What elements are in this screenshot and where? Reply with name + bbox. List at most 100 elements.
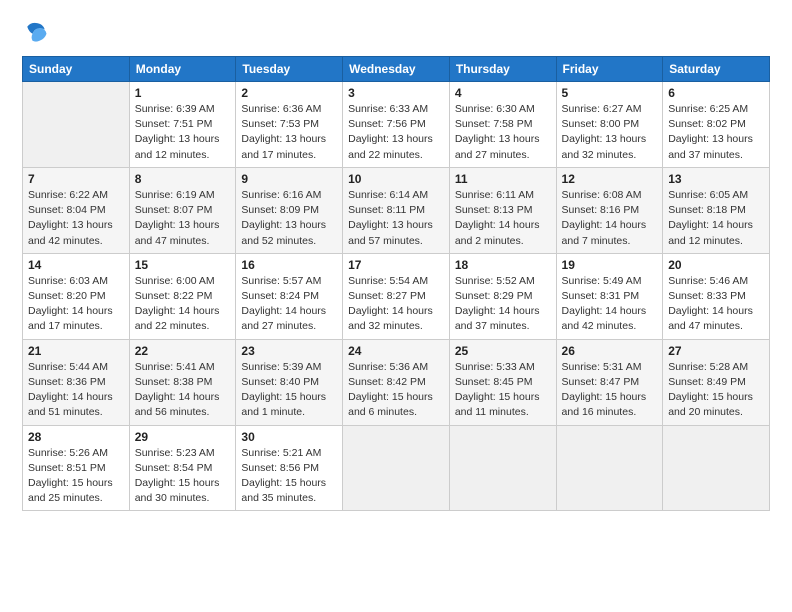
- day-number: 21: [28, 344, 124, 358]
- day-number: 19: [562, 258, 658, 272]
- day-info: Sunrise: 5:41 AM Sunset: 8:38 PM Dayligh…: [135, 360, 231, 421]
- calendar-cell: 14Sunrise: 6:03 AM Sunset: 8:20 PM Dayli…: [23, 253, 130, 339]
- day-info: Sunrise: 5:21 AM Sunset: 8:56 PM Dayligh…: [241, 446, 337, 507]
- day-number: 15: [135, 258, 231, 272]
- day-info: Sunrise: 6:05 AM Sunset: 8:18 PM Dayligh…: [668, 188, 764, 249]
- day-info: Sunrise: 5:39 AM Sunset: 8:40 PM Dayligh…: [241, 360, 337, 421]
- weekday-row: SundayMondayTuesdayWednesdayThursdayFrid…: [23, 57, 770, 82]
- day-number: 22: [135, 344, 231, 358]
- day-info: Sunrise: 5:44 AM Sunset: 8:36 PM Dayligh…: [28, 360, 124, 421]
- day-info: Sunrise: 6:39 AM Sunset: 7:51 PM Dayligh…: [135, 102, 231, 163]
- calendar-cell: 24 Sunrise: 5:36 AM Sunset: 8:42 PM Dayli…: [343, 339, 450, 425]
- calendar-cell: [449, 425, 556, 511]
- calendar-cell: 7 Sunrise: 6:22 AM Sunset: 8:04 PM Daylig…: [23, 167, 130, 253]
- day-info: Sunrise: 6:00 AM Sunset: 8:22 PM Dayligh…: [135, 274, 231, 335]
- day-number: 24: [348, 344, 444, 358]
- day-info: Sunrise: 6:08 AM Sunset: 8:16 PM Dayligh…: [562, 188, 658, 249]
- day-number: 26: [562, 344, 658, 358]
- day-number: 7: [28, 172, 124, 186]
- calendar-cell: 23 Sunrise: 5:39 AM Sunset: 8:40 PM Dayli…: [236, 339, 343, 425]
- day-info: Sunrise: 5:26 AM Sunset: 8:51 PM Dayligh…: [28, 446, 124, 507]
- calendar-cell: [23, 82, 130, 168]
- calendar-cell: 20 Sunrise: 5:46 AM Sunset: 8:33 PM Dayli…: [663, 253, 770, 339]
- day-number: 25: [455, 344, 551, 358]
- day-number: 3: [348, 86, 444, 100]
- weekday-header: Friday: [556, 57, 663, 82]
- calendar-cell: 11 Sunrise: 6:11 AM Sunset: 8:13 PM Dayli…: [449, 167, 556, 253]
- week-row: 7 Sunrise: 6:22 AM Sunset: 8:04 PM Daylig…: [23, 167, 770, 253]
- day-info: Sunrise: 5:54 AM Sunset: 8:27 PM Dayligh…: [348, 274, 444, 335]
- calendar-cell: [556, 425, 663, 511]
- weekday-header: Tuesday: [236, 57, 343, 82]
- calendar-cell: 2 Sunrise: 6:36 AM Sunset: 7:53 PM Daylig…: [236, 82, 343, 168]
- day-number: 5: [562, 86, 658, 100]
- calendar-cell: 5 Sunrise: 6:27 AM Sunset: 8:00 PM Daylig…: [556, 82, 663, 168]
- weekday-header: Wednesday: [343, 57, 450, 82]
- calendar-cell: 16Sunrise: 5:57 AM Sunset: 8:24 PM Dayli…: [236, 253, 343, 339]
- calendar-body: 1Sunrise: 6:39 AM Sunset: 7:51 PM Daylig…: [23, 82, 770, 511]
- calendar-cell: 17 Sunrise: 5:54 AM Sunset: 8:27 PM Dayli…: [343, 253, 450, 339]
- calendar-cell: 15 Sunrise: 6:00 AM Sunset: 8:22 PM Dayli…: [129, 253, 236, 339]
- week-row: 28Sunrise: 5:26 AM Sunset: 8:51 PM Dayli…: [23, 425, 770, 511]
- day-info: Sunrise: 6:11 AM Sunset: 8:13 PM Dayligh…: [455, 188, 551, 249]
- weekday-header: Saturday: [663, 57, 770, 82]
- weekday-header: Sunday: [23, 57, 130, 82]
- calendar-cell: 28Sunrise: 5:26 AM Sunset: 8:51 PM Dayli…: [23, 425, 130, 511]
- day-number: 20: [668, 258, 764, 272]
- day-number: 8: [135, 172, 231, 186]
- calendar-header: SundayMondayTuesdayWednesdayThursdayFrid…: [23, 57, 770, 82]
- calendar-cell: 22 Sunrise: 5:41 AM Sunset: 8:38 PM Dayli…: [129, 339, 236, 425]
- weekday-header: Thursday: [449, 57, 556, 82]
- page: SundayMondayTuesdayWednesdayThursdayFrid…: [0, 0, 792, 529]
- day-number: 4: [455, 86, 551, 100]
- calendar-cell: 18Sunrise: 5:52 AM Sunset: 8:29 PM Dayli…: [449, 253, 556, 339]
- day-info: Sunrise: 6:36 AM Sunset: 7:53 PM Dayligh…: [241, 102, 337, 163]
- day-number: 2: [241, 86, 337, 100]
- calendar-cell: 26 Sunrise: 5:31 AM Sunset: 8:47 PM Dayli…: [556, 339, 663, 425]
- calendar-cell: 9Sunrise: 6:16 AM Sunset: 8:09 PM Daylig…: [236, 167, 343, 253]
- day-info: Sunrise: 5:57 AM Sunset: 8:24 PM Dayligh…: [241, 274, 337, 335]
- day-info: Sunrise: 5:49 AM Sunset: 8:31 PM Dayligh…: [562, 274, 658, 335]
- day-number: 14: [28, 258, 124, 272]
- day-number: 18: [455, 258, 551, 272]
- calendar-cell: 3 Sunrise: 6:33 AM Sunset: 7:56 PM Daylig…: [343, 82, 450, 168]
- calendar-cell: 12Sunrise: 6:08 AM Sunset: 8:16 PM Dayli…: [556, 167, 663, 253]
- logo: [22, 18, 56, 46]
- day-info: Sunrise: 5:46 AM Sunset: 8:33 PM Dayligh…: [668, 274, 764, 335]
- day-info: Sunrise: 5:33 AM Sunset: 8:45 PM Dayligh…: [455, 360, 551, 421]
- calendar-cell: 19 Sunrise: 5:49 AM Sunset: 8:31 PM Dayli…: [556, 253, 663, 339]
- day-number: 27: [668, 344, 764, 358]
- calendar-cell: 29Sunrise: 5:23 AM Sunset: 8:54 PM Dayli…: [129, 425, 236, 511]
- day-number: 23: [241, 344, 337, 358]
- calendar-cell: [663, 425, 770, 511]
- day-number: 30: [241, 430, 337, 444]
- calendar-cell: 4 Sunrise: 6:30 AM Sunset: 7:58 PM Daylig…: [449, 82, 556, 168]
- calendar-cell: 27 Sunrise: 5:28 AM Sunset: 8:49 PM Dayli…: [663, 339, 770, 425]
- day-info: Sunrise: 6:27 AM Sunset: 8:00 PM Dayligh…: [562, 102, 658, 163]
- calendar-cell: 21 Sunrise: 5:44 AM Sunset: 8:36 PM Dayli…: [23, 339, 130, 425]
- day-info: Sunrise: 6:19 AM Sunset: 8:07 PM Dayligh…: [135, 188, 231, 249]
- day-number: 6: [668, 86, 764, 100]
- day-info: Sunrise: 6:25 AM Sunset: 8:02 PM Dayligh…: [668, 102, 764, 163]
- day-info: Sunrise: 6:33 AM Sunset: 7:56 PM Dayligh…: [348, 102, 444, 163]
- day-number: 9: [241, 172, 337, 186]
- week-row: 14Sunrise: 6:03 AM Sunset: 8:20 PM Dayli…: [23, 253, 770, 339]
- day-info: Sunrise: 5:31 AM Sunset: 8:47 PM Dayligh…: [562, 360, 658, 421]
- calendar: SundayMondayTuesdayWednesdayThursdayFrid…: [22, 56, 770, 511]
- week-row: 21 Sunrise: 5:44 AM Sunset: 8:36 PM Dayli…: [23, 339, 770, 425]
- calendar-cell: 25 Sunrise: 5:33 AM Sunset: 8:45 PM Dayli…: [449, 339, 556, 425]
- day-info: Sunrise: 5:36 AM Sunset: 8:42 PM Dayligh…: [348, 360, 444, 421]
- day-info: Sunrise: 6:14 AM Sunset: 8:11 PM Dayligh…: [348, 188, 444, 249]
- day-number: 17: [348, 258, 444, 272]
- weekday-header: Monday: [129, 57, 236, 82]
- calendar-cell: 30 Sunrise: 5:21 AM Sunset: 8:56 PM Dayli…: [236, 425, 343, 511]
- week-row: 1Sunrise: 6:39 AM Sunset: 7:51 PM Daylig…: [23, 82, 770, 168]
- day-info: Sunrise: 6:30 AM Sunset: 7:58 PM Dayligh…: [455, 102, 551, 163]
- day-number: 10: [348, 172, 444, 186]
- day-info: Sunrise: 6:22 AM Sunset: 8:04 PM Dayligh…: [28, 188, 124, 249]
- calendar-cell: 10 Sunrise: 6:14 AM Sunset: 8:11 PM Dayli…: [343, 167, 450, 253]
- header: [22, 18, 770, 46]
- day-number: 29: [135, 430, 231, 444]
- day-info: Sunrise: 5:28 AM Sunset: 8:49 PM Dayligh…: [668, 360, 764, 421]
- day-number: 11: [455, 172, 551, 186]
